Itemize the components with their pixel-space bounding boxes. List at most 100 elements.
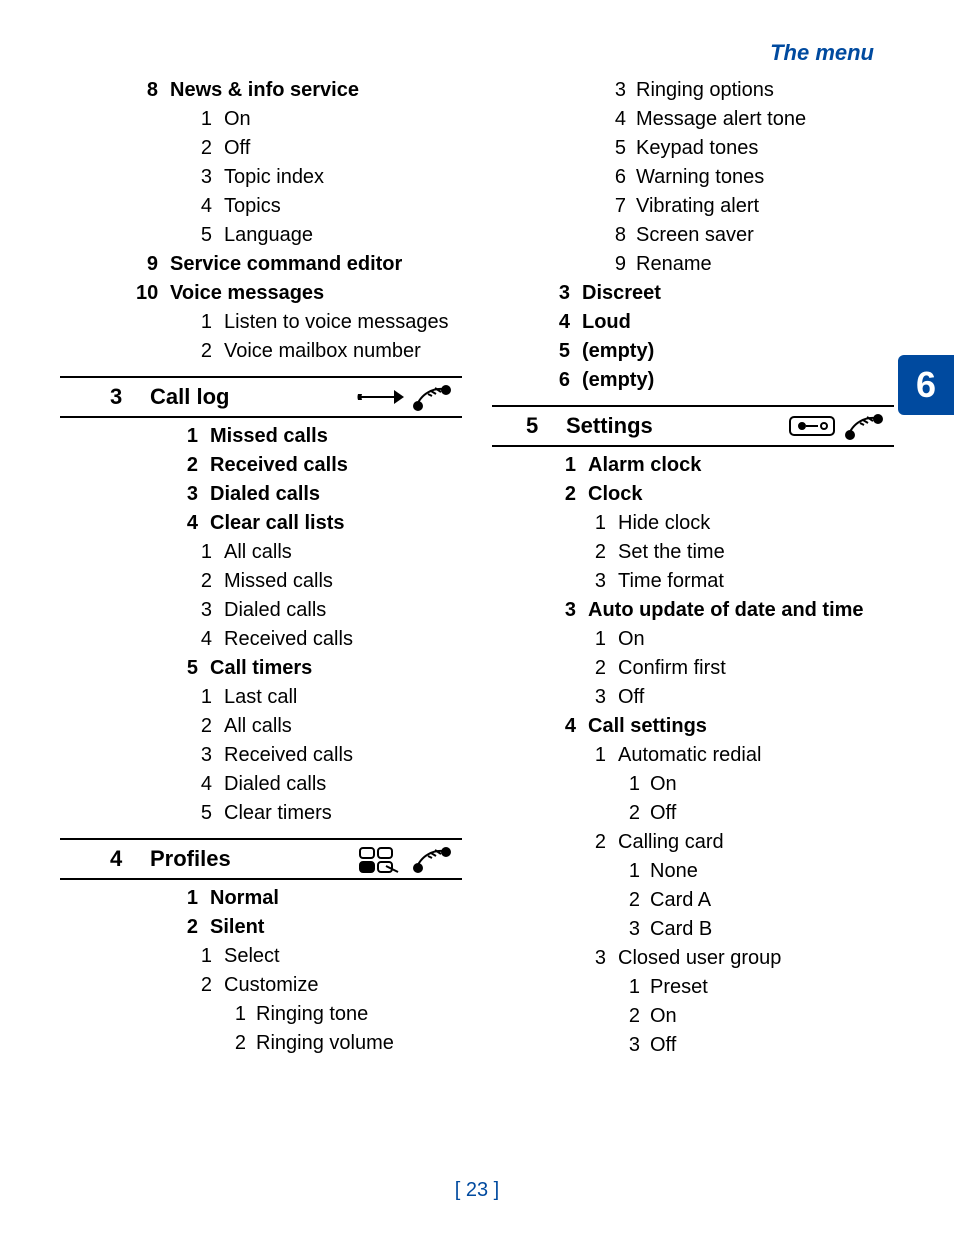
list-item: 1On bbox=[198, 105, 462, 134]
item-label: Received calls bbox=[210, 451, 348, 480]
list-item: 1Ringing tone bbox=[232, 1000, 462, 1029]
list-item: 2Calling card bbox=[592, 828, 894, 857]
item-number: 2 bbox=[176, 451, 210, 480]
item-number: 1 bbox=[198, 105, 224, 134]
list-item: 5Clear timers bbox=[198, 799, 462, 828]
item-label: Ringing tone bbox=[256, 1000, 368, 1029]
item-number: 1 bbox=[176, 884, 210, 913]
item-number: 8 bbox=[612, 221, 636, 250]
item-number: 3 bbox=[198, 741, 224, 770]
list-item: 1Automatic redial bbox=[592, 741, 894, 770]
list-item: 4Clear call lists bbox=[176, 509, 462, 538]
item-number: 4 bbox=[554, 712, 588, 741]
item-number: 1 bbox=[198, 683, 224, 712]
list-item: 1All calls bbox=[198, 538, 462, 567]
list-item: 5Keypad tones bbox=[612, 134, 894, 163]
item-label: Off bbox=[650, 799, 676, 828]
list-item: 3Topic index bbox=[198, 163, 462, 192]
item-number: 8 bbox=[136, 76, 170, 105]
item-label: All calls bbox=[224, 538, 292, 567]
item-label: Listen to voice messages bbox=[224, 308, 449, 337]
item-number: 3 bbox=[626, 1031, 650, 1060]
item-label: Time format bbox=[618, 567, 724, 596]
item-label: Card A bbox=[650, 886, 711, 915]
item-number: 1 bbox=[626, 973, 650, 1002]
item-label: Screen saver bbox=[636, 221, 754, 250]
item-label: Select bbox=[224, 942, 280, 971]
list-item: 3Closed user group bbox=[592, 944, 894, 973]
list-item: 7Vibrating alert bbox=[612, 192, 894, 221]
list-item: 2Voice mailbox number bbox=[198, 337, 462, 366]
list-item: 2Off bbox=[198, 134, 462, 163]
list-item: 3Discreet bbox=[548, 279, 894, 308]
item-number: 3 bbox=[626, 915, 650, 944]
item-number: 6 bbox=[612, 163, 636, 192]
item-number: 1 bbox=[554, 451, 588, 480]
list-item: 1Hide clock bbox=[592, 509, 894, 538]
item-label: Closed user group bbox=[618, 944, 781, 973]
section-header-profiles: 4 Profiles bbox=[60, 838, 462, 880]
item-label: Off bbox=[224, 134, 250, 163]
list-item: 1Preset bbox=[626, 973, 894, 1002]
item-label: Service command editor bbox=[170, 250, 402, 279]
list-item: 3Off bbox=[626, 1031, 894, 1060]
list-item: 6(empty) bbox=[548, 366, 894, 395]
section-header-call-log: 3 Call log bbox=[60, 376, 462, 418]
item-number: 2 bbox=[198, 567, 224, 596]
item-number: 2 bbox=[232, 1029, 256, 1058]
section-number: 3 bbox=[110, 384, 150, 410]
item-number: 2 bbox=[626, 1002, 650, 1031]
item-label: Language bbox=[224, 221, 313, 250]
item-number: 3 bbox=[554, 596, 588, 625]
section-title: Call log bbox=[150, 384, 229, 410]
item-number: 4 bbox=[198, 192, 224, 221]
list-item: 8 News & info service bbox=[136, 76, 462, 105]
item-number: 5 bbox=[198, 221, 224, 250]
list-item: 3Ringing options bbox=[612, 76, 894, 105]
item-number: 2 bbox=[592, 828, 618, 857]
item-number: 3 bbox=[548, 279, 582, 308]
call-log-icon bbox=[356, 382, 456, 412]
item-number: 2 bbox=[626, 886, 650, 915]
list-item: 6Warning tones bbox=[612, 163, 894, 192]
item-label: On bbox=[224, 105, 251, 134]
item-label: All calls bbox=[224, 712, 292, 741]
item-number: 1 bbox=[592, 741, 618, 770]
page-number: [ 23 ] bbox=[0, 1179, 954, 1202]
item-label: Off bbox=[618, 683, 644, 712]
right-column: 3Ringing options 4Message alert tone 5Ke… bbox=[492, 76, 894, 1060]
list-item: 2Received calls bbox=[176, 451, 462, 480]
item-number: 2 bbox=[554, 480, 588, 509]
item-label: Clear call lists bbox=[210, 509, 345, 538]
list-item: 2Set the time bbox=[592, 538, 894, 567]
list-item: 4Loud bbox=[548, 308, 894, 337]
item-number: 5 bbox=[176, 654, 210, 683]
list-item: 1None bbox=[626, 857, 894, 886]
item-number: 4 bbox=[198, 770, 224, 799]
item-number: 4 bbox=[176, 509, 210, 538]
item-number: 5 bbox=[612, 134, 636, 163]
list-item: 3Received calls bbox=[198, 741, 462, 770]
item-label: (empty) bbox=[582, 366, 654, 395]
list-item: 1Listen to voice messages bbox=[198, 308, 462, 337]
item-number: 2 bbox=[592, 538, 618, 567]
item-label: Auto update of date and time bbox=[588, 596, 864, 625]
list-item: 5Language bbox=[198, 221, 462, 250]
item-number: 1 bbox=[592, 509, 618, 538]
list-item: 2Ringing volume bbox=[232, 1029, 462, 1058]
item-label: On bbox=[650, 1002, 677, 1031]
list-item: 1On bbox=[626, 770, 894, 799]
list-item: 1Select bbox=[198, 942, 462, 971]
list-item: 4Received calls bbox=[198, 625, 462, 654]
item-number: 2 bbox=[198, 712, 224, 741]
list-item: 10 Voice messages bbox=[136, 279, 462, 308]
item-label: Call timers bbox=[210, 654, 312, 683]
chapter-tab: 6 bbox=[898, 355, 954, 415]
item-label: Call settings bbox=[588, 712, 707, 741]
list-item: 9 Service command editor bbox=[136, 250, 462, 279]
item-number: 2 bbox=[176, 913, 210, 942]
item-number: 9 bbox=[612, 250, 636, 279]
list-item: 2Silent bbox=[176, 913, 462, 942]
item-label: Silent bbox=[210, 913, 264, 942]
item-label: Received calls bbox=[224, 741, 353, 770]
